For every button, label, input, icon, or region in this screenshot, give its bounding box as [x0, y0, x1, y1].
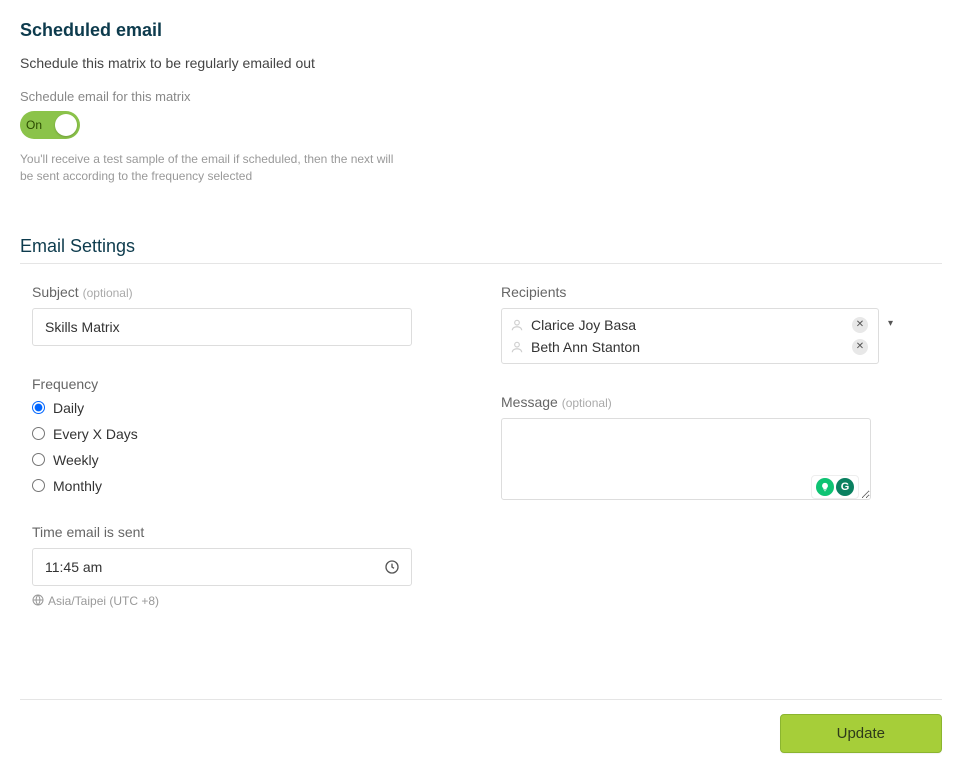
toggle-text: On [26, 118, 42, 132]
frequency-option-monthly[interactable]: Monthly [32, 478, 461, 494]
right-column: Recipients Clarice Joy Basa ✕ [501, 284, 930, 639]
frequency-field-group: Frequency Daily Every X Days Weekly [32, 376, 461, 494]
radio-every-x-days[interactable] [32, 427, 45, 440]
timezone: Asia/Taipei (UTC +8) [32, 594, 461, 609]
section-title: Scheduled email [20, 20, 942, 41]
time-input[interactable] [32, 548, 412, 586]
suggestion-icon [816, 478, 834, 496]
footer-divider [20, 699, 942, 700]
globe-icon [32, 594, 44, 609]
toggle-label: Schedule email for this matrix [20, 89, 942, 104]
person-icon [510, 318, 524, 332]
frequency-option-daily[interactable]: Daily [32, 400, 461, 416]
grammarly-widget[interactable]: G [811, 475, 859, 499]
recipients-input[interactable]: Clarice Joy Basa ✕ Beth Ann Stanton [501, 308, 879, 364]
schedule-toggle[interactable]: On [20, 111, 80, 139]
recipient-name: Clarice Joy Basa [531, 317, 852, 333]
update-button[interactable]: Update [780, 714, 942, 753]
recipient-chip: Beth Ann Stanton ✕ [510, 336, 870, 358]
frequency-radio-group: Daily Every X Days Weekly Monthly [32, 400, 461, 494]
recipients-label: Recipients [501, 284, 930, 300]
person-icon [510, 340, 524, 354]
section-description: Schedule this matrix to be regularly ema… [20, 55, 942, 71]
subject-input[interactable] [32, 308, 412, 346]
message-label: Message (optional) [501, 394, 930, 410]
remove-recipient-button[interactable]: ✕ [852, 317, 868, 333]
toggle-knob [55, 114, 77, 136]
message-field-group: Message (optional) G [501, 394, 930, 505]
chevron-down-icon[interactable]: ▾ [888, 318, 893, 329]
recipient-name: Beth Ann Stanton [531, 339, 852, 355]
timezone-text: Asia/Taipei (UTC +8) [48, 594, 159, 608]
subject-field-group: Subject (optional) [32, 284, 461, 346]
toggle-help-text: You'll receive a test sample of the emai… [20, 151, 400, 186]
radio-daily[interactable] [32, 401, 45, 414]
time-label: Time email is sent [32, 524, 461, 540]
email-settings-title: Email Settings [20, 236, 942, 257]
frequency-option-every-x-days[interactable]: Every X Days [32, 426, 461, 442]
remove-recipient-button[interactable]: ✕ [852, 339, 868, 355]
subject-label: Subject (optional) [32, 284, 461, 300]
recipient-chip: Clarice Joy Basa ✕ [510, 314, 870, 336]
radio-weekly[interactable] [32, 453, 45, 466]
frequency-option-weekly[interactable]: Weekly [32, 452, 461, 468]
scheduled-email-section: Scheduled email Schedule this matrix to … [20, 20, 942, 753]
frequency-label: Frequency [32, 376, 461, 392]
time-field-group: Time email is sent [32, 524, 461, 609]
left-column: Subject (optional) Frequency Daily Every… [32, 284, 461, 639]
radio-monthly[interactable] [32, 479, 45, 492]
footer: Update [20, 714, 942, 753]
grammarly-icon: G [836, 478, 854, 496]
recipients-field-group: Recipients Clarice Joy Basa ✕ [501, 284, 930, 364]
divider [20, 263, 942, 264]
